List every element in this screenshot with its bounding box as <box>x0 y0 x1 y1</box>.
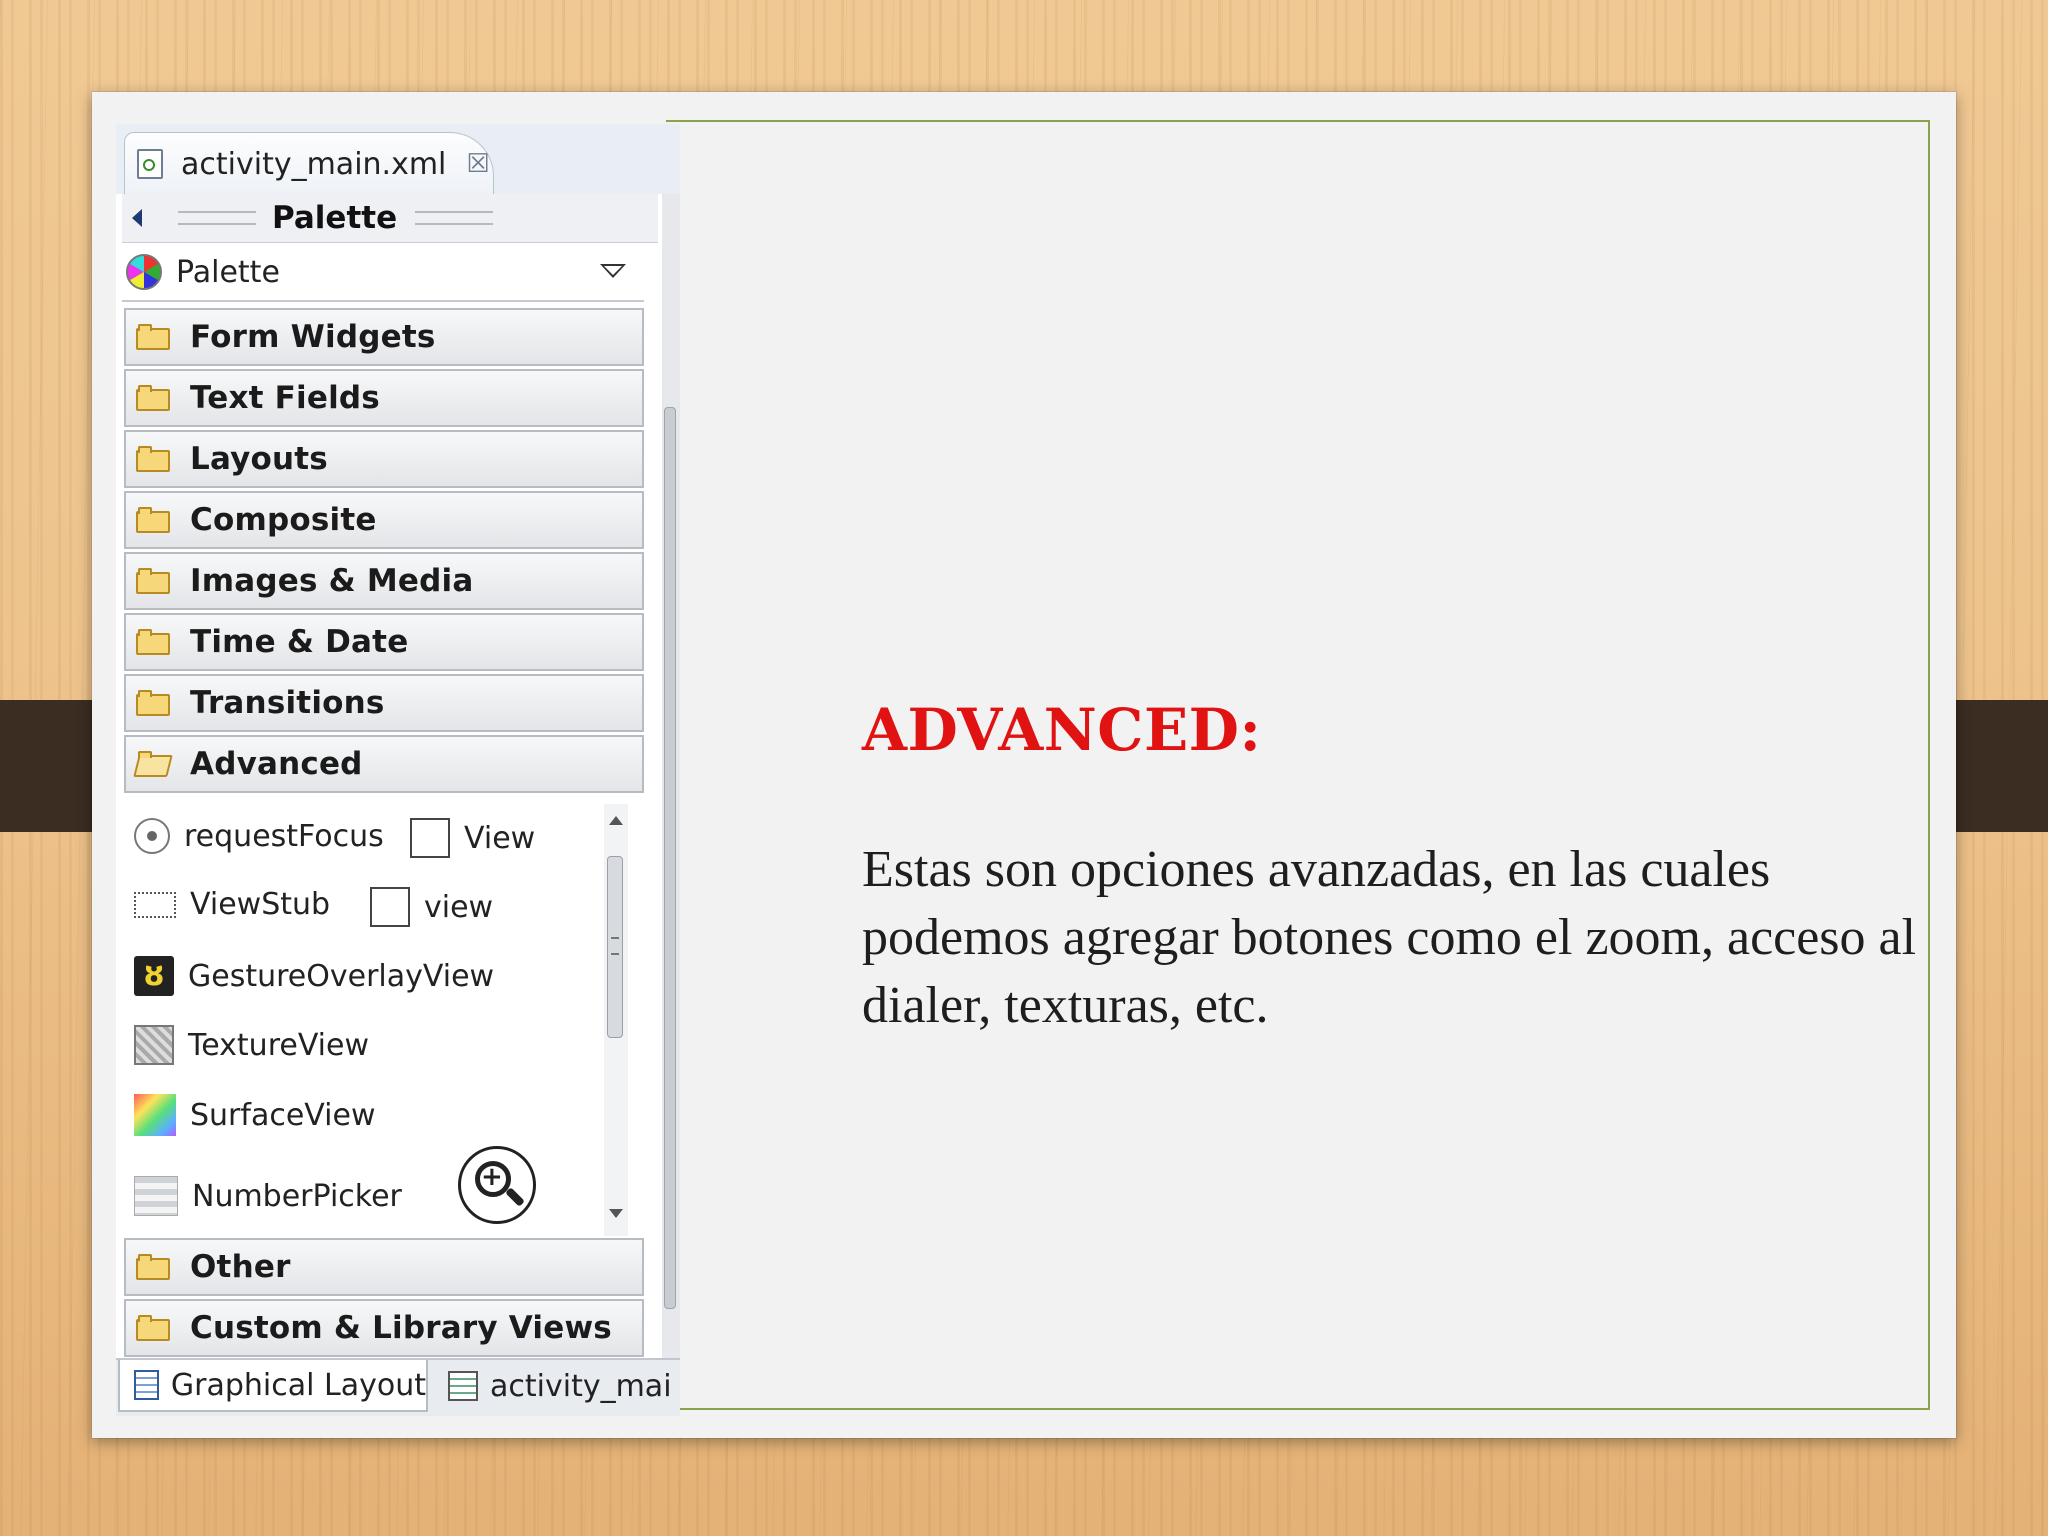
item-label: requestFocus <box>184 818 384 854</box>
category-label: Composite <box>190 502 377 538</box>
list-item-numberpicker[interactable]: NumberPicker <box>134 1176 402 1216</box>
tab-label: activity_mai <box>490 1368 672 1404</box>
list-scrollbar[interactable] <box>604 804 628 1236</box>
zoom-icon: + <box>458 1146 536 1224</box>
folder-icon <box>136 385 170 411</box>
folder-icon <box>136 324 170 350</box>
scroll-down-icon[interactable] <box>609 1209 623 1218</box>
category-other[interactable]: Other <box>124 1238 644 1296</box>
file-tab[interactable]: activity_main.xml ☒ <box>124 132 494 195</box>
category-label: Text Fields <box>190 380 380 416</box>
category-transitions[interactable]: Transitions <box>124 674 644 732</box>
surface-icon <box>134 1094 176 1136</box>
item-label: view <box>424 889 494 925</box>
folder-icon <box>136 629 170 655</box>
eclipse-palette-panel: activity_main.xml ☒ Palette Palette Form… <box>116 124 680 1416</box>
palette-header-title: Palette <box>272 200 398 236</box>
editor-bottom-tabs: Graphical Layout activity_mai <box>116 1358 680 1416</box>
collapse-arrow-icon[interactable] <box>132 209 142 227</box>
folder-icon <box>136 690 170 716</box>
list-item-gestureoverlayview[interactable]: ȣ GestureOverlayView <box>134 956 494 996</box>
folder-icon <box>136 1315 170 1341</box>
category-label: Custom & Library Views <box>190 1310 612 1346</box>
gesture-icon: ȣ <box>134 956 174 996</box>
tab-xml-source[interactable]: activity_mai <box>434 1360 680 1412</box>
folder-icon <box>136 1254 170 1280</box>
advanced-items-list: requestFocus View ViewStub view ȣ Gestur… <box>124 804 644 1236</box>
item-label: SurfaceView <box>190 1097 376 1133</box>
number-picker-icon <box>134 1176 178 1216</box>
grip-icon <box>178 211 256 225</box>
palette-icon <box>126 254 162 290</box>
panel-scrollbar-thumb[interactable] <box>664 407 676 1309</box>
category-label: Time & Date <box>190 624 409 660</box>
file-tab-label: activity_main.xml <box>181 146 447 182</box>
tab-graphical-layout[interactable]: Graphical Layout <box>118 1360 428 1412</box>
close-icon[interactable]: ☒ <box>466 149 489 179</box>
grip-icon <box>415 211 494 225</box>
slide-frame <box>666 120 1930 1410</box>
category-label: Other <box>190 1249 291 1285</box>
category-advanced[interactable]: Advanced <box>124 735 644 793</box>
tab-label: Graphical Layout <box>170 1367 426 1403</box>
xml-source-icon <box>448 1371 478 1401</box>
slide-body-text: Estas son opciones avanzadas, en las cua… <box>862 841 1917 1034</box>
layout-icon <box>134 1370 159 1400</box>
category-label: Layouts <box>190 441 328 477</box>
category-images-media[interactable]: Images & Media <box>124 552 644 610</box>
category-label: Images & Media <box>190 563 474 599</box>
category-composite[interactable]: Composite <box>124 491 644 549</box>
category-layouts[interactable]: Layouts <box>124 430 644 488</box>
item-label: TextureView <box>188 1027 370 1063</box>
viewstub-icon <box>134 891 176 918</box>
list-item-textureview[interactable]: TextureView <box>134 1025 369 1065</box>
category-form-widgets[interactable]: Form Widgets <box>124 308 644 366</box>
folder-icon <box>136 507 170 533</box>
palette-dropdown-label: Palette <box>176 254 280 290</box>
item-label: NumberPicker <box>192 1178 402 1214</box>
item-label: ViewStub <box>190 887 331 922</box>
slide-heading: ADVANCED: <box>862 696 1262 764</box>
category-time-date[interactable]: Time & Date <box>124 613 644 671</box>
folder-icon <box>136 568 170 594</box>
category-label: Transitions <box>190 685 385 721</box>
xml-file-icon <box>137 149 163 179</box>
item-label: View <box>464 820 536 856</box>
editor-tab-strip: activity_main.xml ☒ <box>116 124 680 195</box>
list-scrollbar-thumb[interactable] <box>607 856 623 1038</box>
view-icon <box>410 818 450 858</box>
palette-header: Palette <box>122 194 658 243</box>
list-item-view-lower[interactable]: view <box>370 887 493 927</box>
texture-icon <box>134 1025 174 1065</box>
palette-dropdown[interactable]: Palette <box>122 244 644 302</box>
list-item-surfaceview[interactable]: SurfaceView <box>134 1094 375 1136</box>
item-label: GestureOverlayView <box>188 958 495 994</box>
list-item-viewstub[interactable]: ViewStub <box>134 887 330 922</box>
category-text-fields[interactable]: Text Fields <box>124 369 644 427</box>
category-label: Form Widgets <box>190 319 436 355</box>
list-item-requestfocus[interactable]: requestFocus <box>134 818 384 854</box>
category-label: Advanced <box>190 746 363 782</box>
request-focus-icon <box>134 818 170 854</box>
folder-icon <box>136 446 170 472</box>
list-item-view[interactable]: View <box>410 818 535 858</box>
scroll-up-icon[interactable] <box>609 816 623 825</box>
category-custom-library-views[interactable]: Custom & Library Views <box>124 1299 644 1357</box>
open-folder-icon <box>133 751 173 777</box>
slide: activity_main.xml ☒ Palette Palette Form… <box>92 92 1956 1438</box>
chevron-down-icon[interactable] <box>600 264 626 278</box>
view-icon <box>370 887 410 927</box>
